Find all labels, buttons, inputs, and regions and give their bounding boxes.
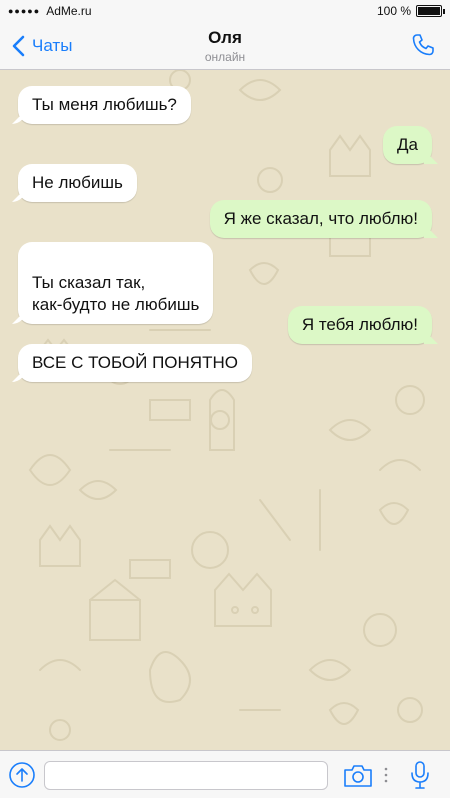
input-bar (0, 750, 450, 798)
status-left: ●●●●● AdMe.ru (8, 4, 92, 18)
battery-fill (418, 7, 440, 15)
status-right: 100 % (376, 4, 445, 18)
carrier-name: AdMe.ru (46, 4, 92, 18)
status-bar: ●●●●● AdMe.ru 100 % (0, 0, 450, 22)
message-text: ВСЕ С ТОБОЙ ПОНЯТНО (32, 353, 238, 372)
message-text: Я тебя люблю! (301, 315, 418, 334)
nav-bar: Чаты Оля онлайн (0, 22, 450, 70)
message-text: Не любишь (32, 173, 123, 192)
battery-icon (416, 5, 445, 17)
message-bubble-incoming[interactable]: Ты меня любишь? (18, 86, 191, 124)
message-text: Ты меня любишь? (32, 95, 177, 114)
message-text: Ты сказал так, как-будто не любишь (32, 273, 200, 314)
message-text: Я же сказал, что люблю! (223, 209, 418, 228)
camera-icon[interactable] (342, 763, 374, 789)
message-bubble-outgoing[interactable]: Да (383, 126, 432, 164)
contact-status: онлайн (204, 50, 246, 64)
message-bubble-outgoing[interactable]: Я тебя люблю! (287, 306, 432, 344)
chat-area[interactable]: Ты меня любишь? Да Не любишь Я же сказал… (0, 70, 450, 750)
battery-percent: 100 % (376, 4, 411, 18)
message-bubble-incoming[interactable]: Не любишь (18, 164, 137, 202)
phone-icon[interactable] (410, 32, 436, 58)
contact-name[interactable]: Оля (0, 28, 450, 48)
message-bubble-incoming[interactable]: ВСЕ С ТОБОЙ ПОНЯТНО (18, 344, 252, 382)
message-bubble-incoming[interactable]: Ты сказал так, как-будто не любишь (18, 242, 214, 324)
more-dots-icon (384, 767, 388, 783)
arrow-up-circle-icon[interactable] (8, 761, 36, 789)
message-text: Да (397, 135, 418, 154)
microphone-icon[interactable] (408, 760, 432, 790)
message-bubble-outgoing[interactable]: Я же сказал, что люблю! (209, 200, 432, 238)
message-input[interactable] (44, 761, 328, 790)
signal-icon: ●●●●● (8, 6, 41, 16)
